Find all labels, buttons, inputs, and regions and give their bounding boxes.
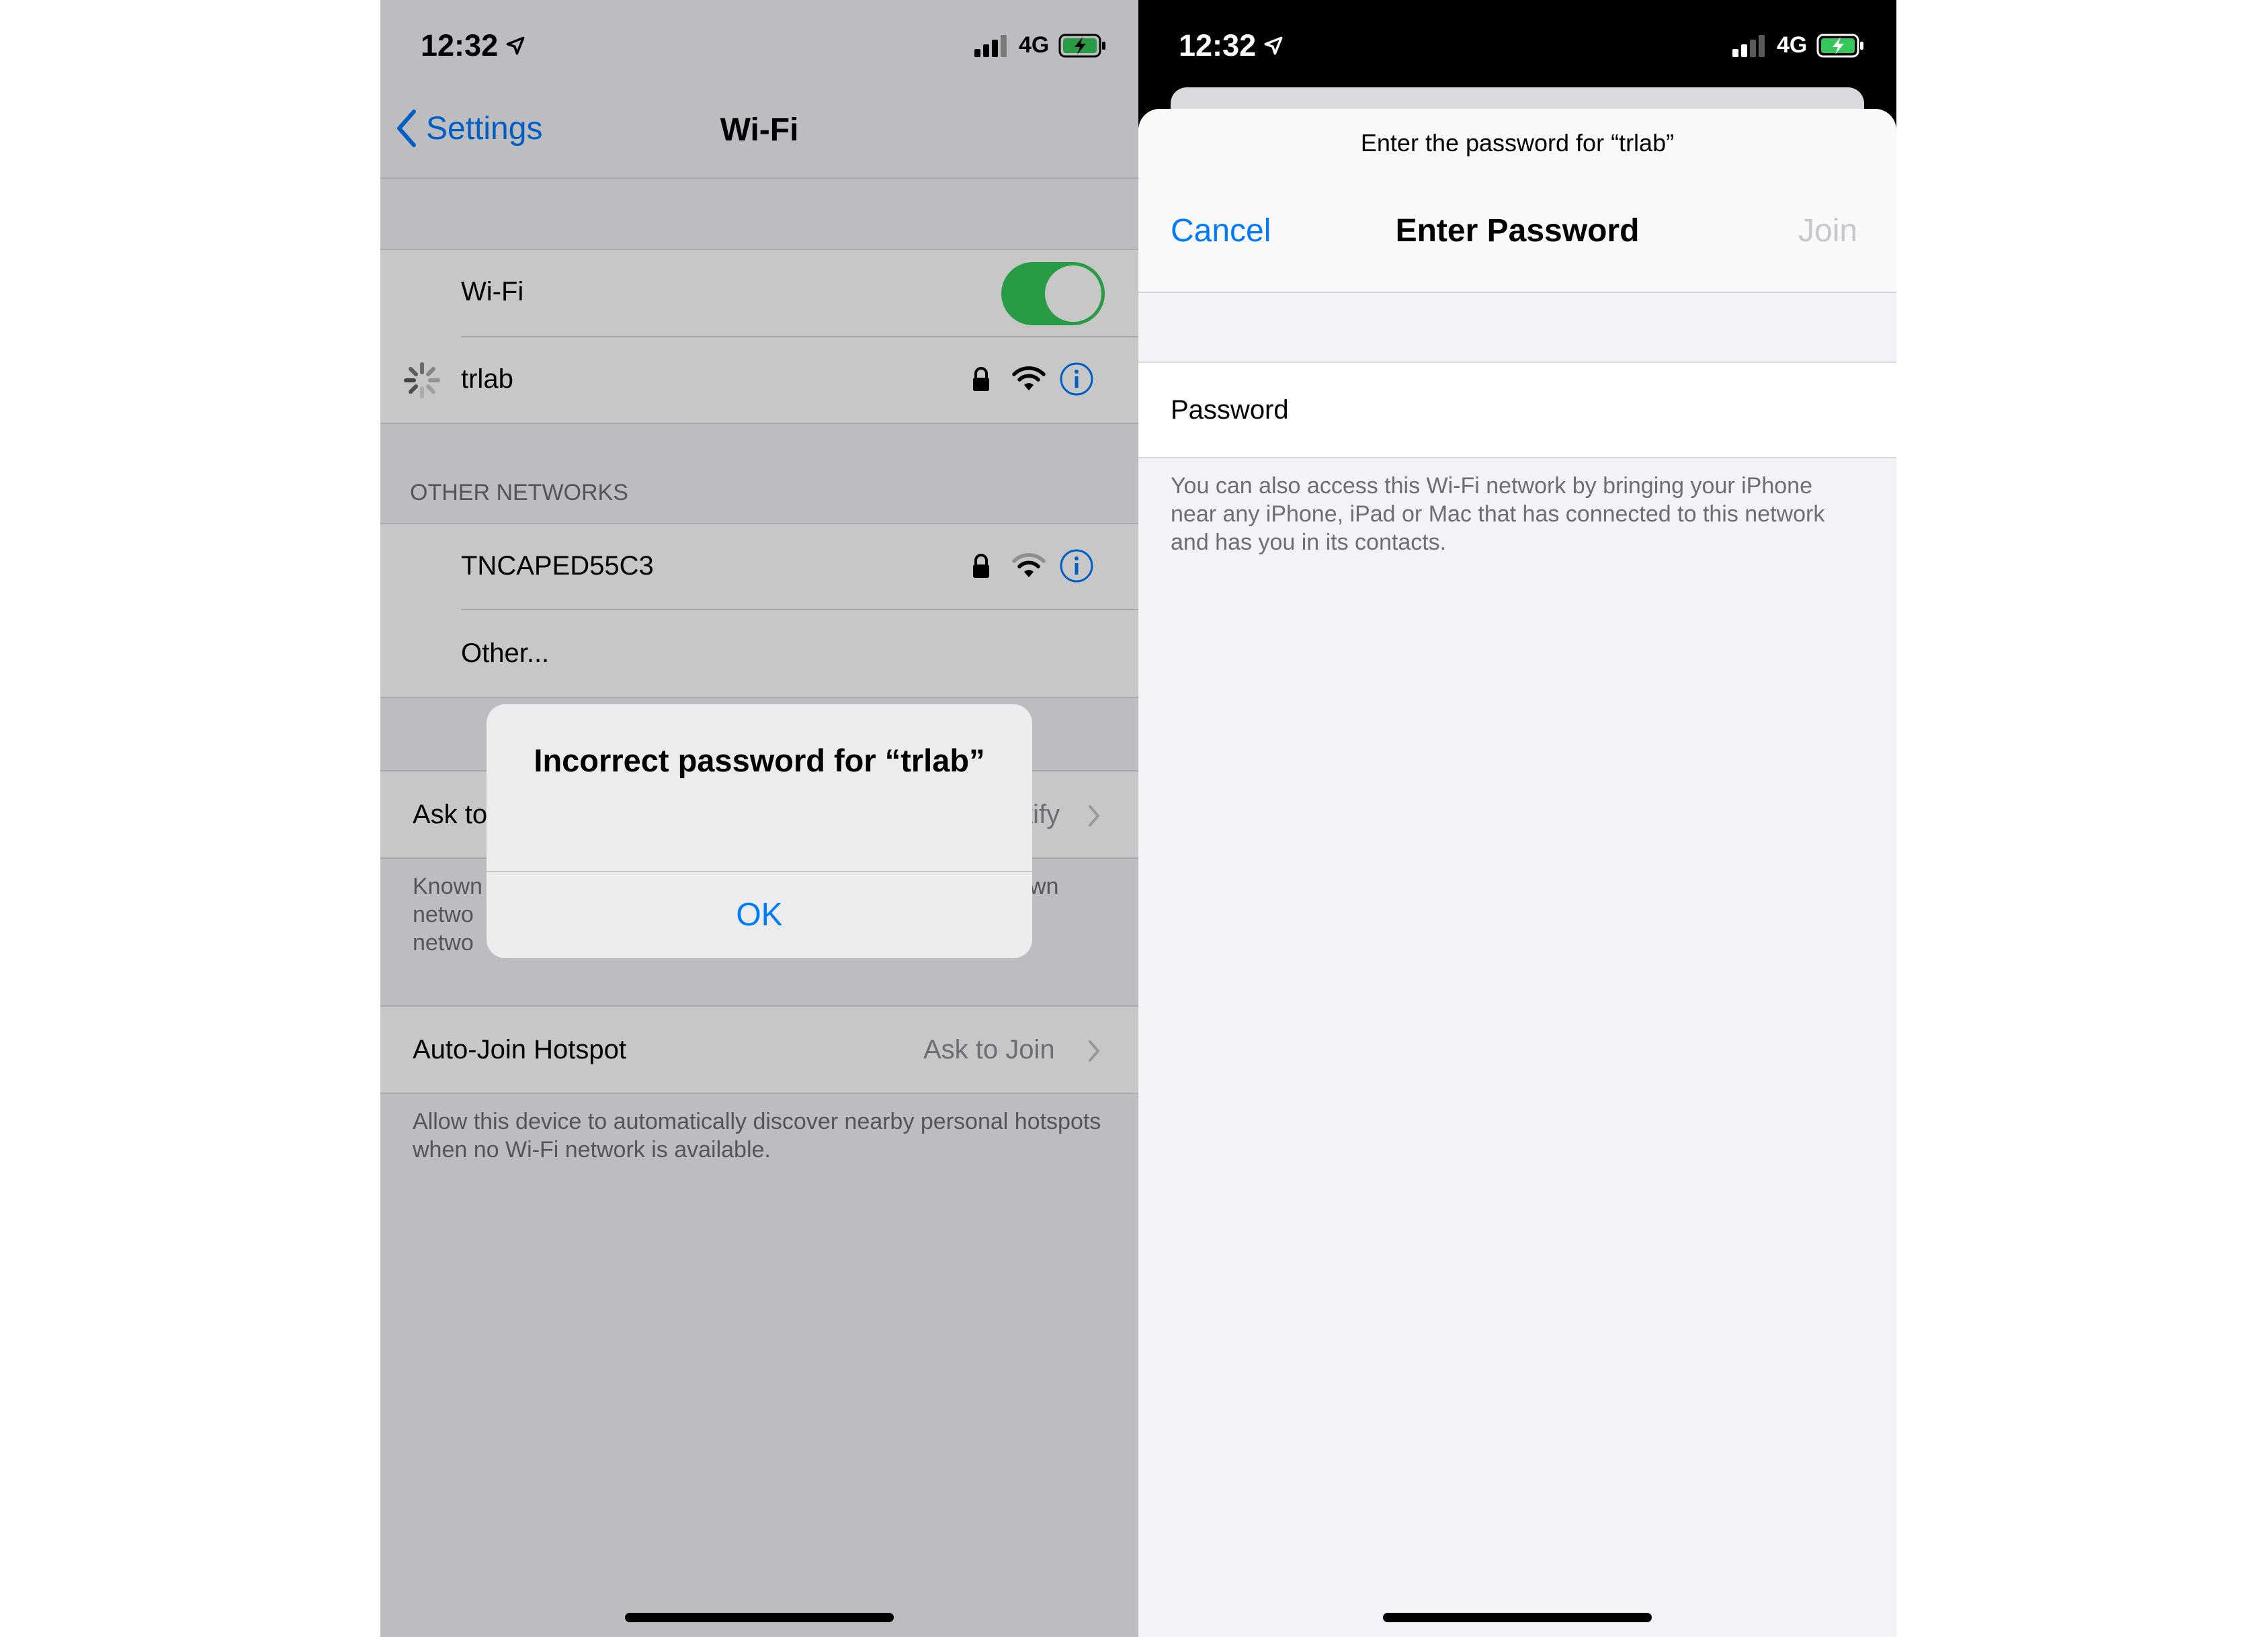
sheet-title: Enter Password (1395, 213, 1640, 249)
alert-ok-button[interactable]: OK (487, 871, 1032, 958)
alert-title: Incorrect password for “trlab” (534, 743, 985, 778)
enter-password-screen: 12:32 4G Enter the password for “trlab” … (1138, 0, 1896, 1637)
nearby-share-info: You can also access this Wi-Fi network b… (1171, 473, 1825, 555)
network-type: 4G (1777, 32, 1808, 58)
incorrect-password-alert: Incorrect password for “trlab” OK (487, 704, 1032, 958)
time-text: 12:32 (1179, 28, 1257, 62)
join-button[interactable]: Join (1798, 212, 1857, 249)
wifi-settings-screen: 12:32 4G Settings Wi-Fi Wi-Fi trlab OTHE… (380, 0, 1138, 1637)
cellular-signal-icon (1732, 34, 1765, 57)
location-arrow-icon (1264, 36, 1283, 55)
home-indicator (625, 1613, 894, 1622)
status-bar-right: 4G (1732, 32, 1865, 58)
status-bar-time: 12:32 (1179, 28, 1283, 63)
password-sheet: Enter the password for “trlab” Cancel En… (1138, 109, 1896, 1637)
password-prompt: Enter the password for “trlab” (1360, 129, 1675, 157)
password-field-label: Password (1171, 395, 1289, 425)
home-indicator (1383, 1613, 1652, 1622)
battery-charging-icon (1816, 34, 1864, 57)
